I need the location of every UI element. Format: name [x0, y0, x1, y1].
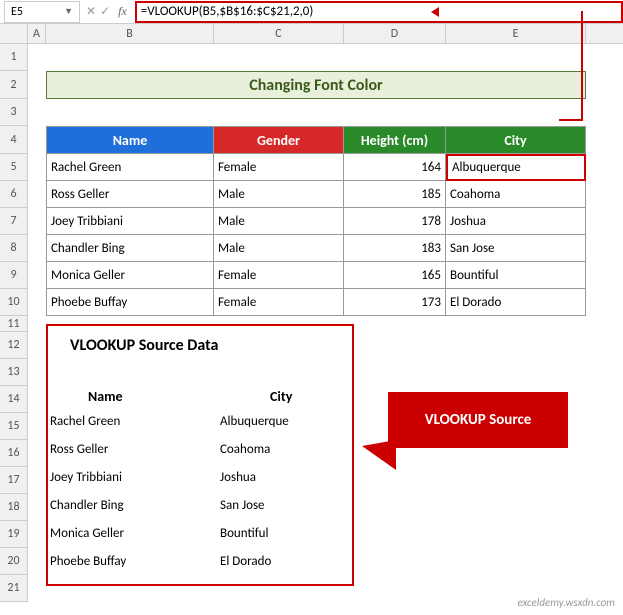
cell-city-selected[interactable]: Albuquerque — [446, 154, 586, 181]
row-headers: 1 2 3 4 5 6 7 8 9 10 11 12 13 14 15 16 1… — [0, 44, 28, 602]
name-box-value: E5 — [11, 5, 64, 19]
row-header[interactable]: 12 — [0, 332, 28, 359]
row-header[interactable]: 3 — [0, 99, 28, 126]
row-header[interactable]: 19 — [0, 521, 28, 548]
watermark: exceldemy.wsxdn.com — [518, 596, 616, 609]
row-header[interactable]: 14 — [0, 386, 28, 413]
src-city[interactable]: Joshua — [220, 470, 340, 485]
cell-gender[interactable]: Male — [214, 208, 344, 235]
row-header[interactable]: 6 — [0, 181, 28, 208]
cell-name[interactable]: Joey Tribbiani — [46, 208, 214, 235]
arrow-line-icon — [559, 119, 583, 121]
cell-gender[interactable]: Female — [214, 154, 344, 181]
col-header-E[interactable]: E — [446, 24, 586, 43]
cell-name[interactable]: Rachel Green — [46, 154, 214, 181]
row-header[interactable]: 7 — [0, 208, 28, 235]
select-all-corner[interactable] — [0, 24, 28, 43]
arrow-line-icon — [581, 11, 583, 119]
th-name: Name — [46, 126, 214, 154]
th-height: Height (cm) — [344, 126, 446, 154]
src-name[interactable]: Monica Geller — [50, 526, 220, 541]
row-header[interactable]: 1 — [0, 44, 28, 71]
cancel-icon[interactable]: ✕ — [86, 4, 96, 19]
fx-controls: ✕ ✓ fx — [86, 4, 131, 19]
cell-city[interactable]: Coahoma — [446, 181, 586, 208]
col-header-A[interactable]: A — [28, 24, 46, 43]
source-title: VLOOKUP Source Data — [70, 336, 218, 355]
src-city[interactable]: San Jose — [220, 498, 340, 513]
src-name[interactable]: Joey Tribbiani — [50, 470, 220, 485]
col-header-B[interactable]: B — [46, 24, 214, 43]
row-header[interactable]: 10 — [0, 289, 28, 316]
row-header[interactable]: 21 — [0, 575, 28, 602]
row-header[interactable]: 4 — [0, 126, 28, 154]
formula-bar: E5 ▼ ✕ ✓ fx =VLOOKUP(B5,$B$16:$C$21,2,0) — [0, 0, 623, 24]
row-header[interactable]: 8 — [0, 235, 28, 262]
fx-icon[interactable]: fx — [114, 4, 131, 19]
cell-name[interactable]: Chandler Bing — [46, 235, 214, 262]
name-box[interactable]: E5 ▼ — [4, 1, 80, 23]
row-header[interactable]: 15 — [0, 413, 28, 440]
cell-name[interactable]: Ross Geller — [46, 181, 214, 208]
cell-height[interactable]: 185 — [344, 181, 446, 208]
source-header-city: City — [270, 388, 292, 405]
cell-city[interactable]: Joshua — [446, 208, 586, 235]
src-city[interactable]: Albuquerque — [220, 414, 340, 429]
cell-city[interactable]: San Jose — [446, 235, 586, 262]
row-header[interactable]: 5 — [0, 154, 28, 181]
formula-input[interactable]: =VLOOKUP(B5,$B$16:$C$21,2,0) — [135, 1, 623, 23]
row-header[interactable]: 13 — [0, 359, 28, 386]
row-header[interactable]: 2 — [0, 71, 28, 99]
dropdown-icon[interactable]: ▼ — [64, 6, 73, 17]
cell-city[interactable]: Bountiful — [446, 262, 586, 289]
src-city[interactable]: El Dorado — [220, 554, 340, 569]
row-header[interactable]: 17 — [0, 467, 28, 494]
row-header[interactable]: 11 — [0, 316, 28, 332]
src-name[interactable]: Phoebe Buffay — [50, 554, 220, 569]
cell-height[interactable]: 183 — [344, 235, 446, 262]
cell-gender[interactable]: Female — [214, 289, 344, 316]
cell-height[interactable]: 178 — [344, 208, 446, 235]
cell-city[interactable]: El Dorado — [446, 289, 586, 316]
cell-gender[interactable]: Female — [214, 262, 344, 289]
accept-icon[interactable]: ✓ — [100, 4, 110, 19]
cell-height[interactable]: 164 — [344, 154, 446, 181]
src-city[interactable]: Bountiful — [220, 526, 340, 541]
row-header[interactable]: 9 — [0, 262, 28, 289]
column-headers: A B C D E — [0, 24, 623, 44]
source-header-name: Name — [88, 388, 123, 405]
cell-name[interactable]: Phoebe Buffay — [46, 289, 214, 316]
callout-label: VLOOKUP Source — [388, 392, 568, 448]
cell-height[interactable]: 165 — [344, 262, 446, 289]
th-city: City — [446, 126, 586, 154]
src-name[interactable]: Rachel Green — [50, 414, 220, 429]
cell-gender[interactable]: Male — [214, 235, 344, 262]
cell-height[interactable]: 173 — [344, 289, 446, 316]
arrow-head-icon — [431, 7, 439, 17]
row-header[interactable]: 18 — [0, 494, 28, 521]
cell-gender[interactable]: Male — [214, 181, 344, 208]
src-city[interactable]: Coahoma — [220, 442, 340, 457]
src-name[interactable]: Ross Geller — [50, 442, 220, 457]
cell-name[interactable]: Monica Geller — [46, 262, 214, 289]
col-header-D[interactable]: D — [344, 24, 446, 43]
th-gender: Gender — [214, 126, 344, 154]
page-title: Changing Font Color — [46, 71, 586, 99]
col-header-C[interactable]: C — [214, 24, 344, 43]
src-name[interactable]: Chandler Bing — [50, 498, 220, 513]
row-header[interactable]: 16 — [0, 440, 28, 467]
row-header[interactable]: 20 — [0, 548, 28, 575]
